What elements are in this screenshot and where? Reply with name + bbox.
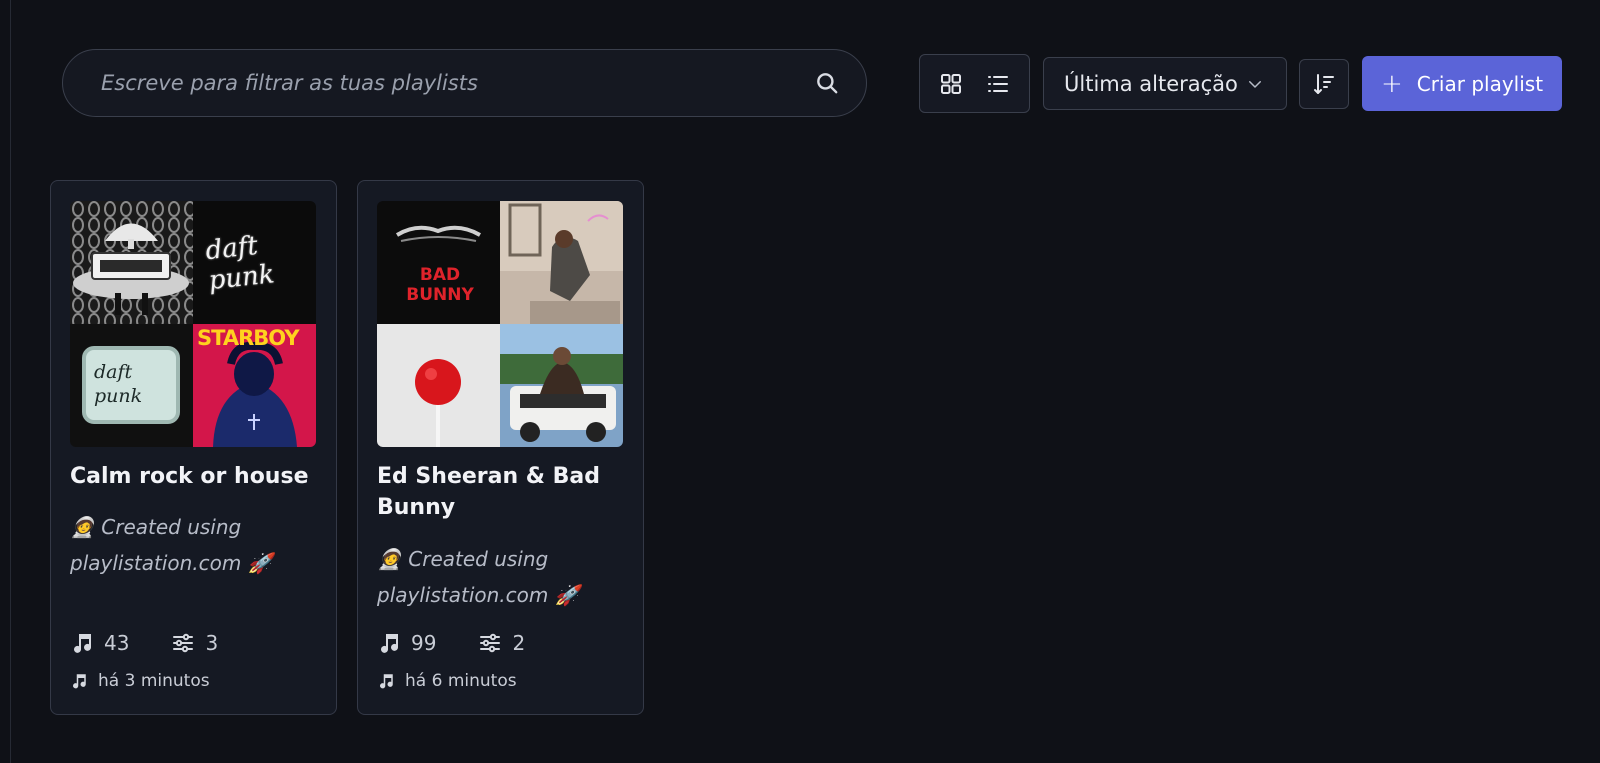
filter-count: 2 [512,631,526,655]
album-cover [500,201,623,324]
album-cover-label: daft punk [204,230,276,297]
chevron-down-icon [1246,75,1264,93]
playlist-description: 🧑‍🚀 Created using playlistation.com 🚀 [70,515,273,575]
updated-time: há 3 minutos [98,671,210,691]
music-note-icon [70,672,88,690]
track-count: 99 [411,631,437,655]
album-cover: STARBOY [193,324,316,447]
album-cover [70,201,193,324]
sort-descending-icon [1312,72,1336,96]
music-note-icon [377,672,395,690]
playlist-stats: 43 3 [70,631,218,655]
sort-order-button[interactable] [1299,59,1349,109]
search-icon[interactable] [814,70,840,96]
plus-icon: + [1380,68,1403,99]
sort-select[interactable]: Última alteração [1043,57,1287,110]
album-cover-label: daft punk [94,361,143,407]
music-note-icon [70,631,94,655]
search-bar[interactable]: Escreve para filtrar as tuas playlists [62,49,867,117]
album-cover-label: BAD BUNNY [406,265,474,305]
sort-selected-label: Última alteração [1064,71,1238,96]
sliders-icon [171,631,195,655]
music-note-icon [377,631,401,655]
playlist-title[interactable]: Ed Sheeran & Bad Bunny [377,461,627,523]
create-playlist-label: Criar playlist [1416,71,1544,96]
playlist-card[interactable]: BAD BUNNY [357,180,644,715]
track-count: 43 [104,631,130,655]
create-playlist-button[interactable]: + Criar playlist [1362,56,1562,111]
album-cover [377,324,500,447]
album-cover-label: STARBOY [197,326,300,350]
album-cover: daft punk [70,324,193,447]
playlist-card[interactable]: daft punk daft punk STARBOY Calm rock or… [50,180,337,715]
sliders-icon [478,631,502,655]
album-cover: BAD BUNNY [377,201,500,324]
updated-time: há 6 minutos [405,671,517,691]
search-input[interactable]: Escreve para filtrar as tuas playlists [101,71,814,95]
grid-view-icon[interactable] [931,64,971,104]
list-view-icon[interactable] [978,64,1018,104]
playlist-stats: 99 2 [377,631,525,655]
playlist-title[interactable]: Calm rock or house [70,461,320,492]
playlist-updated: há 3 minutos [70,671,210,691]
playlist-updated: há 6 minutos [377,671,517,691]
album-cover [500,324,623,447]
playlist-cover-collage: daft punk daft punk STARBOY [70,201,316,447]
sidebar-divider [10,0,11,763]
view-toggle [919,54,1030,113]
playlist-cover-collage: BAD BUNNY [377,201,623,447]
album-cover: daft punk [193,201,316,324]
filter-count: 3 [205,631,219,655]
playlist-description: 🧑‍🚀 Created using playlistation.com 🚀 [377,547,580,607]
